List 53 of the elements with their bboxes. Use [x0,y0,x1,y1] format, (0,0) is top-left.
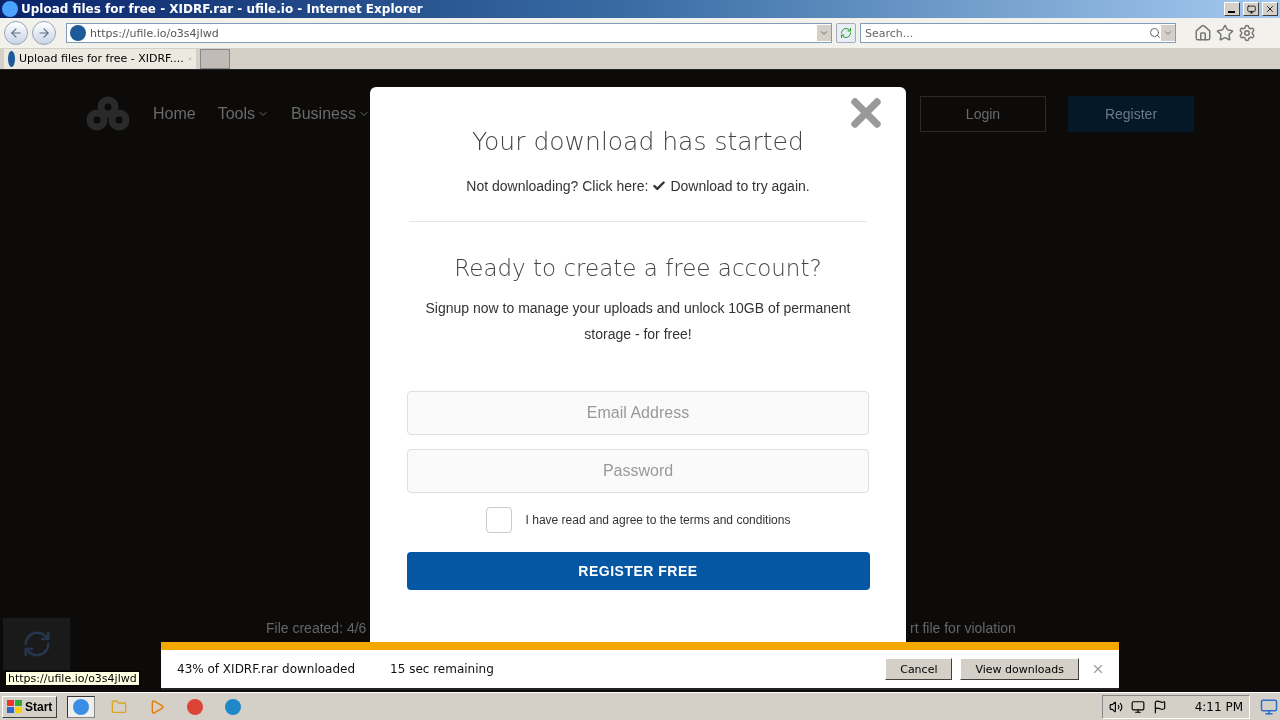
nav-link[interactable]: Home [153,105,196,123]
windows-logo-icon [7,699,23,714]
password-field[interactable]: Password [407,449,869,493]
logo-icon [85,96,131,132]
settings-icon[interactable] [1238,24,1256,42]
back-arrow-icon [9,26,23,40]
refresh-icon [840,27,852,39]
terms-checkbox[interactable] [485,507,512,533]
recaptcha-badge [3,618,70,670]
forward-button[interactable] [32,21,56,45]
restore-icon [1246,4,1256,14]
download-bar-button[interactable]: Cancel [885,658,953,680]
signup-heading: Ready to create a free account? [454,255,822,281]
volume-icon[interactable] [1108,699,1123,714]
file-info-text: File created: 4/6 [266,620,368,636]
clock: 4:11 PM [1194,699,1243,714]
window-title: Upload files for free - XIDRF.rar - ufile.io - Internet Explorer [21,2,424,16]
browser-tab[interactable]: Upload files for free - XIDRF.... [4,48,196,69]
back-button[interactable] [4,21,28,45]
nav-link[interactable]: Tools [217,105,270,123]
address-field[interactable]: https://ufile.io/o3s4jlwd [66,23,832,43]
terms-label: I have read and agree to the terms and conditions [525,513,791,527]
retry-link[interactable]: Download to try again. [670,178,810,194]
flag-icon[interactable] [1152,699,1167,714]
email-field[interactable]: Email Address [407,391,869,435]
close-icon[interactable] [1091,662,1105,676]
signup-description: Signup now to manage your uploads and unlock 10GB of permanent storage - for free! [424,299,852,344]
start-button[interactable]: Start [2,695,58,718]
status-tooltip: https://ufile.io/o3s4jlwd [5,671,140,686]
retry-text: Not downloading? Click here: [466,178,649,194]
download-bar-button[interactable]: View downloads [960,658,1079,680]
show-desktop-icon[interactable] [1260,697,1278,716]
close-button[interactable] [1262,2,1278,16]
check-icon [652,179,667,193]
forward-arrow-icon [37,26,51,40]
new-tab-button[interactable] [200,48,230,69]
minimize-button[interactable] [1224,2,1240,16]
refresh-button[interactable] [836,23,856,43]
time-remaining: 15 sec remaining [390,662,494,676]
close-icon [1265,4,1275,14]
register-free-button[interactable]: REGISTER FREE [406,552,870,590]
dialog-title: Your download has started [472,127,804,156]
search-field[interactable]: Search... [860,23,1176,43]
register-button[interactable]: Register [1068,96,1194,132]
site-icon [70,25,86,41]
download-status: 43% of XIDRF.rar downloaded [177,662,356,676]
login-button[interactable]: Login [920,96,1046,132]
nav-link[interactable]: Business [291,105,370,123]
search-icon [1149,27,1161,39]
star-icon[interactable] [1216,24,1234,42]
home-icon[interactable] [1194,24,1212,42]
network-icon[interactable] [1130,699,1145,714]
restore-button[interactable] [1243,2,1259,16]
